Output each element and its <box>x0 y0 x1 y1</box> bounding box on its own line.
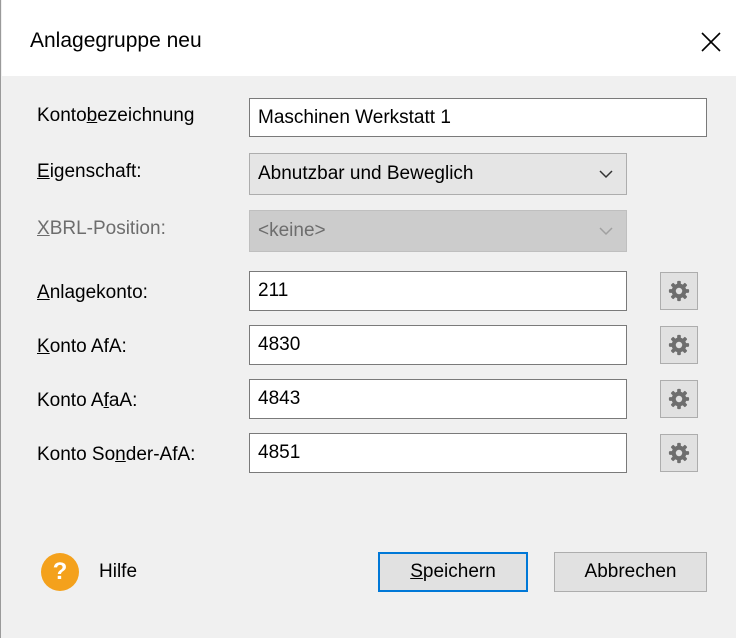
gear-icon <box>668 334 690 356</box>
gear-icon <box>668 280 690 302</box>
xbrl-position-selected-value: <keine> <box>258 220 326 241</box>
konto-sonder-afa-label: Konto Sonder-AfA: <box>37 444 196 465</box>
chevron-down-icon <box>599 227 613 236</box>
anlagekonto-input[interactable] <box>249 271 627 311</box>
konto-afa-label: Konto AfA: <box>37 336 127 357</box>
title-bar: Anlagegruppe neu <box>2 0 736 76</box>
help-label[interactable]: Hilfe <box>99 561 137 583</box>
konto-afa-lookup-button[interactable] <box>660 326 698 364</box>
dialog-title: Anlagegruppe neu <box>30 29 202 52</box>
eigenschaft-select[interactable]: Abnutzbar und Beweglich <box>249 153 627 195</box>
close-icon <box>701 32 721 52</box>
konto-afaa-label: Konto AfaA: <box>37 390 138 411</box>
chevron-down-icon <box>599 170 613 179</box>
gear-icon <box>668 442 690 464</box>
konto-afa-input[interactable] <box>249 325 627 365</box>
xbrl-position-label: XBRL-Position: <box>37 218 166 239</box>
konto-sonder-afa-lookup-button[interactable] <box>660 434 698 472</box>
cancel-button[interactable]: Abbrechen <box>554 552 707 592</box>
konto-afaa-lookup-button[interactable] <box>660 380 698 418</box>
dialog-window: Anlagegruppe neu Kontobezeichnung Eigens… <box>0 0 736 638</box>
close-button[interactable] <box>693 24 729 60</box>
help-icon[interactable]: ? <box>41 553 79 591</box>
eigenschaft-selected-value: Abnutzbar und Beweglich <box>258 163 474 184</box>
konto-sonder-afa-input[interactable] <box>249 433 627 473</box>
konto-afaa-input[interactable] <box>249 379 627 419</box>
xbrl-position-select: <keine> <box>249 210 627 252</box>
anlagekonto-label: Anlagekonto: <box>37 282 148 303</box>
eigenschaft-label: Eigenschaft: <box>37 161 142 182</box>
kontobezeichnung-label: Kontobezeichnung <box>37 105 195 126</box>
save-button[interactable]: Speichern <box>378 552 528 592</box>
gear-icon <box>668 388 690 410</box>
anlagekonto-lookup-button[interactable] <box>660 272 698 310</box>
kontobezeichnung-input[interactable] <box>249 98 707 137</box>
